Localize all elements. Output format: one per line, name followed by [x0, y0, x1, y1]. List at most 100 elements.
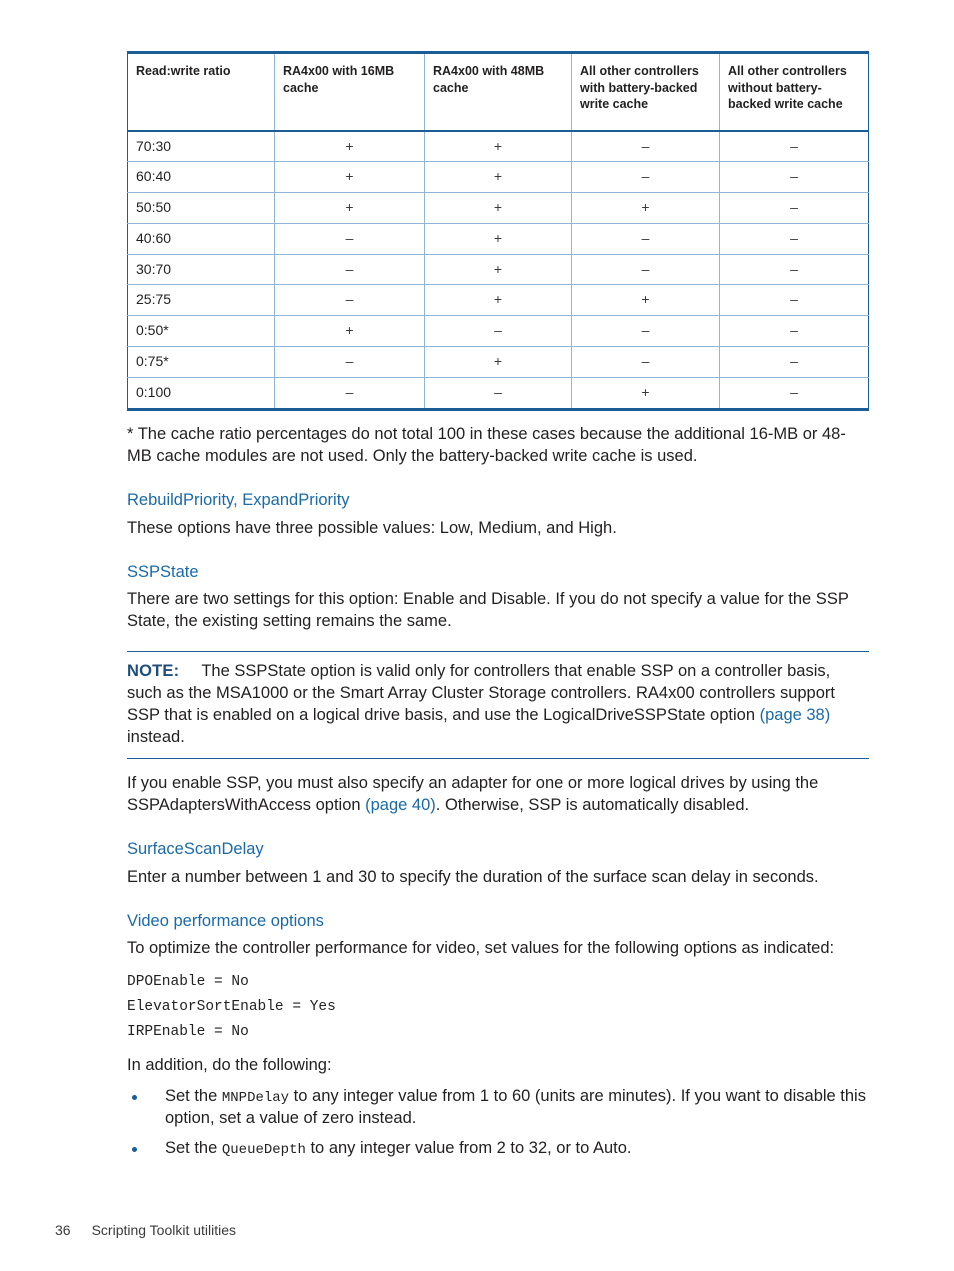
cell-ratio: 0:100 [127, 376, 275, 410]
cell-mark: – [719, 130, 869, 163]
ssp-adapter-text-after-link: . Otherwise, SSP is automatically disabl… [435, 795, 750, 814]
section-heading-rebuildpriority: RebuildPriority, ExpandPriority [127, 490, 350, 509]
cell-mark: – [424, 376, 572, 410]
cell-ratio: 40:60 [127, 222, 275, 255]
bullet-prefix: Set the [165, 1087, 222, 1106]
table-row: 25:75 – + + – [127, 284, 869, 317]
cell-ratio: 0:75* [127, 346, 275, 378]
cache-ratio-table: Read:write ratio RA4x00 with 16MB cache … [127, 51, 869, 411]
cell-mark: – [719, 346, 869, 378]
cell-mark: – [274, 346, 425, 378]
table-row: 60:40 + + – – [127, 161, 869, 194]
cell-mark: – [571, 222, 720, 255]
cell-mark: – [571, 130, 720, 163]
table-header-cell: Read:write ratio [127, 52, 275, 132]
table-header-row: Read:write ratio RA4x00 with 16MB cache … [127, 52, 869, 132]
cell-mark: – [274, 284, 425, 317]
cell-ratio: 30:70 [127, 253, 275, 286]
cell-mark: + [274, 192, 425, 224]
video-options-list: Set the MNPDelay to any integer value fr… [127, 1086, 869, 1160]
cell-mark: + [571, 192, 720, 224]
note-label: NOTE: [127, 662, 180, 681]
table-header-cell: RA4x00 with 16MB cache [274, 52, 425, 132]
bullet-suffix: to any integer value from 2 to 32, or to… [305, 1139, 632, 1157]
table-row: 50:50 + + + – [127, 192, 869, 224]
cell-mark: – [274, 376, 425, 410]
section-heading-sspstate: SSPState [127, 562, 199, 581]
cell-mark: – [719, 284, 869, 317]
section-heading-video-performance: Video performance options [127, 911, 324, 930]
note-paragraph: NOTE: The SSPState option is valid only f… [127, 661, 869, 749]
table-row: 0:100 – – + – [127, 376, 869, 410]
cell-mark: – [719, 222, 869, 255]
cache-ratio-table-container: Read:write ratio RA4x00 with 16MB cache … [127, 51, 869, 411]
cell-mark: – [571, 161, 720, 194]
cell-mark: – [571, 315, 720, 348]
table-header-cell: RA4x00 with 48MB cache [424, 52, 572, 132]
list-item: Set the MNPDelay to any integer value fr… [127, 1086, 869, 1130]
cell-mark: – [274, 253, 425, 286]
page-38-link[interactable]: (page 38) [760, 706, 831, 724]
list-item: Set the QueueDepth to any integer value … [127, 1138, 869, 1160]
cell-mark: + [424, 346, 572, 378]
note-text-before-link: The SSPState option is valid only for co… [127, 662, 835, 725]
cell-mark: – [424, 315, 572, 348]
cell-mark: + [424, 284, 572, 317]
cell-mark: – [719, 376, 869, 410]
document-page: Read:write ratio RA4x00 with 16MB cache … [0, 0, 954, 1271]
cell-mark: – [571, 346, 720, 378]
section-heading-surfacescandelay: SurfaceScanDelay [127, 839, 264, 858]
cell-mark: + [424, 253, 572, 286]
cell-mark: + [571, 376, 720, 410]
cell-ratio: 25:75 [127, 284, 275, 317]
footer-page-number: 36 [55, 1222, 71, 1238]
cell-mark: + [571, 284, 720, 317]
sspstate-body: There are two settings for this option: … [127, 590, 849, 631]
table-row: 0:50* + – – – [127, 315, 869, 348]
note-text-after-link: instead. [127, 728, 185, 747]
code-line-elevatorsortenable: ElevatorSortEnable = Yes [127, 999, 336, 1016]
cell-mark: – [719, 161, 869, 194]
document-content: * The cache ratio percentages do not tot… [127, 424, 869, 1168]
bullet-prefix: Set the [165, 1139, 222, 1157]
note-block: NOTE: The SSPState option is valid only f… [127, 651, 869, 760]
surfacescandelay-body: Enter a number between 1 and 30 to speci… [127, 867, 819, 886]
footer-chapter-title: Scripting Toolkit utilities [91, 1222, 237, 1238]
cell-mark: + [274, 130, 425, 163]
inline-code-mnpdelay: MNPDelay [221, 1090, 290, 1107]
video-intro: To optimize the controller performance f… [127, 939, 835, 958]
cell-mark: – [719, 253, 869, 286]
cell-mark: + [424, 222, 572, 255]
bullet-dot-icon [132, 1095, 137, 1101]
cell-mark: + [274, 161, 425, 194]
bullet-dot-icon [132, 1147, 137, 1152]
cell-mark: – [719, 315, 869, 348]
addition-intro: In addition, do the following: [127, 1056, 332, 1075]
table-body: 70:30 + + – – 60:40 + + – – 50:50 + + + … [127, 130, 869, 410]
cell-mark: + [424, 192, 572, 224]
code-line-dpoenable: DPOEnable = No [127, 974, 249, 991]
page-40-link[interactable]: (page 40) [365, 796, 436, 814]
table-row: 70:30 + + – – [127, 130, 869, 163]
cell-mark: – [571, 253, 720, 286]
inline-code-queuedepth: QueueDepth [221, 1142, 306, 1158]
cell-mark: – [719, 192, 869, 224]
page-footer: 36 Scripting Toolkit utilities [55, 1222, 236, 1238]
cell-mark: + [424, 161, 572, 194]
table-footnote: * The cache ratio percentages do not tot… [127, 425, 846, 465]
cell-ratio: 70:30 [127, 130, 275, 163]
table-row: 30:70 – + – – [127, 253, 869, 286]
cell-ratio: 60:40 [127, 161, 275, 194]
table-header-cell: All other controllers with battery-backe… [571, 52, 720, 132]
cell-mark: + [274, 315, 425, 348]
cell-ratio: 0:50* [127, 315, 275, 348]
ssp-adapter-paragraph: If you enable SSP, you must also specify… [127, 773, 869, 817]
cell-ratio: 50:50 [127, 192, 275, 224]
code-line-irpenable: IRPEnable = No [127, 1024, 249, 1041]
table-header-cell: All other controllers without battery-ba… [719, 52, 869, 132]
cell-mark: + [424, 130, 572, 163]
table-row: 0:75* – + – – [127, 346, 869, 378]
